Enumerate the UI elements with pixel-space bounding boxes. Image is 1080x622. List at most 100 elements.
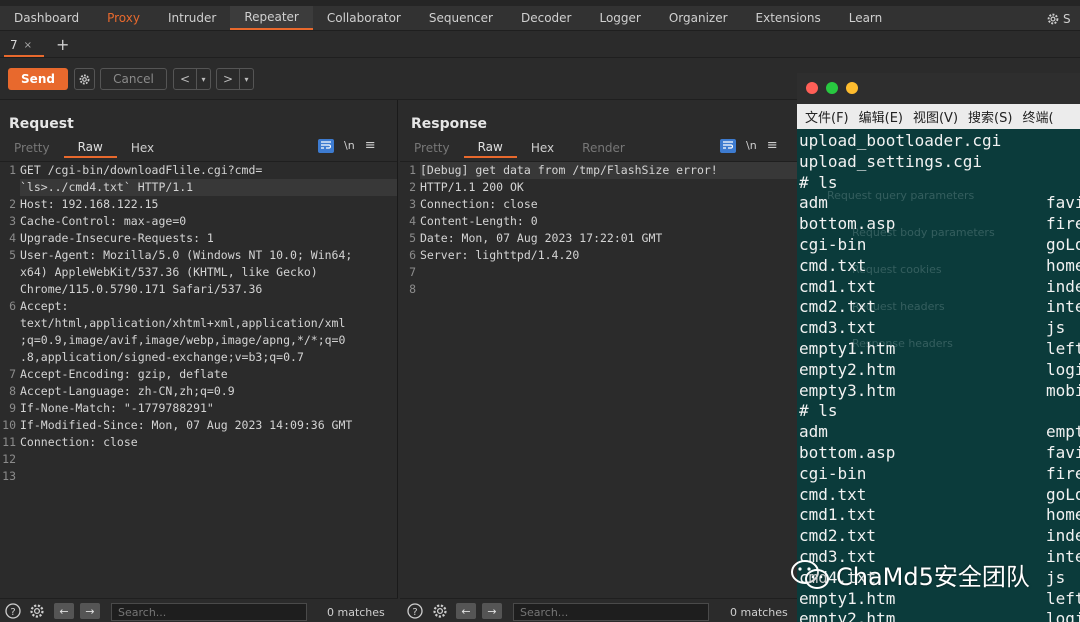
response-title: Response (411, 116, 488, 132)
line-text: Chrome/115.0.5790.171 Safari/537.36 (20, 282, 263, 296)
tab-intruder[interactable]: Intruder (154, 6, 230, 30)
send-options-button[interactable] (74, 68, 95, 90)
newline-icon[interactable]: \n (344, 139, 355, 152)
word-wrap-icon[interactable] (318, 138, 334, 153)
tab-raw[interactable]: Raw (63, 138, 117, 158)
tab-pretty[interactable]: Pretty (400, 138, 464, 158)
tab-organizer[interactable]: Organizer (655, 6, 742, 30)
tab-decoder[interactable]: Decoder (507, 6, 586, 30)
editor-line: 5 Date: Mon, 07 Aug 2023 17:22:01 GMT (400, 230, 797, 247)
add-tab-button[interactable]: + (56, 35, 69, 54)
menu-file[interactable]: 文件(F) (805, 107, 849, 126)
terminal-line: cgi-bin (799, 463, 867, 483)
tab-hex[interactable]: Hex (517, 138, 568, 158)
newline-icon[interactable]: \n (746, 139, 757, 152)
line-number: 2 (409, 180, 416, 194)
line-number: 3 (9, 214, 16, 228)
line-number (0, 179, 20, 196)
tab-hex[interactable]: Hex (117, 138, 168, 158)
response-editor[interactable]: 1 [Debug] get data from /tmp/FlashSize er… (400, 161, 797, 598)
gear-icon[interactable] (431, 603, 449, 619)
settings-button[interactable]: S (1046, 9, 1080, 29)
response-search-bar: ? ← → 0 matches (400, 598, 797, 622)
tab-extensions[interactable]: Extensions (742, 6, 835, 30)
line-number: 8 (409, 282, 416, 296)
editor-line: 8 (400, 281, 797, 298)
match-count: 0 matches (730, 606, 788, 619)
word-wrap-icon[interactable] (720, 138, 736, 153)
menu-terminal[interactable]: 终端( (1022, 107, 1053, 126)
line-number: 8 (9, 384, 16, 398)
previous-match-button[interactable]: ← (54, 603, 74, 619)
menu-view[interactable]: 视图(V) (913, 107, 958, 126)
editor-line: 6 Server: lighttpd/1.4.20 (400, 247, 797, 264)
terminal-line-right: goLo (1046, 484, 1080, 504)
line-number: 6 (9, 299, 16, 313)
menu-search[interactable]: 搜索(S) (968, 107, 1012, 126)
chevron-down-icon[interactable]: ▾ (196, 69, 210, 89)
editor-line: 4 Content-Length: 0 (400, 213, 797, 230)
terminal-line: empty2.htm (799, 359, 896, 379)
watermark-text: ChaMd5安全团队 (836, 563, 1030, 591)
editor-line: 4 Upgrade-Insecure-Requests: 1 (0, 230, 397, 247)
close-icon[interactable]: × (24, 40, 32, 51)
close-window-icon[interactable] (806, 82, 818, 94)
editor-line: 9 If-None-Match: "-1779788291" (0, 400, 397, 417)
tab-proxy[interactable]: Proxy (93, 6, 154, 30)
line-number: 4 (9, 231, 16, 245)
line-number: 7 (9, 367, 16, 381)
next-match-button[interactable]: → (80, 603, 100, 619)
terminal-line-right: inde (1046, 526, 1080, 546)
gear-icon (1047, 13, 1059, 25)
terminal-line: empty2.htm (799, 609, 896, 622)
line-number (0, 349, 20, 366)
help-icon[interactable]: ? (406, 603, 424, 619)
tab-collaborator[interactable]: Collaborator (313, 6, 415, 30)
terminal-line: cmd3.txt (799, 318, 877, 338)
tab-logger[interactable]: Logger (585, 6, 654, 30)
terminal-titlebar (797, 73, 1080, 104)
line-number (0, 315, 20, 332)
send-button[interactable]: Send (8, 68, 68, 90)
terminal-line: cmd2.txt (799, 297, 877, 317)
line-text (420, 264, 797, 281)
editor-line: 7 Accept-Encoding: gzip, deflate (0, 366, 397, 383)
terminal-line: cmd1.txt (799, 276, 877, 296)
menu-edit[interactable]: 编辑(E) (859, 107, 903, 126)
back-button[interactable]: < ▾ (173, 68, 211, 90)
minimize-window-icon[interactable] (846, 82, 858, 94)
forward-button[interactable]: > ▾ (216, 68, 254, 90)
terminal-line-right: favi (1046, 193, 1080, 213)
tab-learn[interactable]: Learn (835, 6, 897, 30)
terminal-line: # ls (799, 172, 838, 192)
tab-render[interactable]: Render (568, 138, 639, 158)
next-match-button[interactable]: → (482, 603, 502, 619)
request-search-input[interactable] (111, 603, 307, 621)
previous-match-button[interactable]: ← (456, 603, 476, 619)
line-number: 7 (409, 265, 416, 279)
tab-sequencer[interactable]: Sequencer (415, 6, 507, 30)
editor-line: 1 GET /cgi-bin/downloadFlile.cgi?cmd= (0, 162, 397, 179)
repeater-tab-7[interactable]: 7 × (4, 35, 44, 57)
tab-dashboard[interactable]: Dashboard (0, 6, 93, 30)
line-number: 5 (9, 248, 16, 262)
help-icon[interactable]: ? (4, 603, 22, 619)
request-editor[interactable]: 1 GET /cgi-bin/downloadFlile.cgi?cmd= `ls>… (0, 161, 397, 598)
tab-raw[interactable]: Raw (463, 138, 517, 158)
line-text: Connection: close (20, 435, 138, 449)
editor-line: 12 (0, 451, 397, 468)
tab-repeater[interactable]: Repeater (230, 6, 313, 30)
gear-icon[interactable] (28, 603, 46, 619)
terminal-line: cmd2.txt (799, 526, 877, 546)
hamburger-menu-icon[interactable]: ≡ (365, 138, 376, 153)
cancel-button[interactable]: Cancel (100, 68, 167, 90)
tab-pretty[interactable]: Pretty (0, 138, 64, 158)
ghost-text: Request query parameters (827, 189, 975, 202)
maximize-window-icon[interactable] (826, 82, 838, 94)
terminal-output[interactable]: Request query parameters Request body pa… (797, 129, 1080, 622)
editor-line: `ls>../cmd4.txt` HTTP/1.1 (0, 179, 397, 196)
terminal-line: upload_settings.cgi (799, 151, 983, 171)
response-search-input[interactable] (513, 603, 709, 621)
hamburger-menu-icon[interactable]: ≡ (767, 138, 778, 153)
chevron-down-icon[interactable]: ▾ (239, 69, 253, 89)
